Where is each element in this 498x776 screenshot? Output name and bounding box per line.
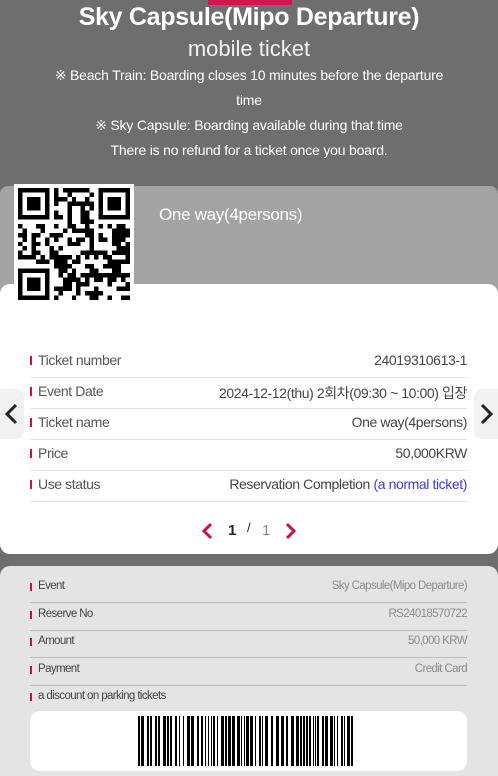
row-marker [30,356,32,365]
row-label: Event Date [38,383,104,399]
notice-sky-capsule: ※ Sky Capsule: Boarding available during… [95,117,403,133]
pagination: 1 / 1 [196,519,306,545]
row-label: Ticket name [38,414,110,430]
row-marker [30,387,32,396]
row-ticket-name: Ticket name One way(4persons) [30,408,467,440]
chevron-right-icon [480,403,494,425]
pager-next-icon[interactable] [282,522,298,540]
row-label: Price [38,445,68,461]
row-price: Price 50,000KRW [30,439,467,471]
detail-row-payment: Payment Credit Card [30,658,468,686]
row-value: 24019310613-1 [374,352,467,368]
prev-ticket-button[interactable] [0,389,24,439]
pager-total: 1 [262,522,271,539]
detail-value: RS24018570722 [388,608,467,620]
notice-no-refund: There is no refund for a ticket once you… [110,142,388,158]
page-title: Sky Capsule(Mipo Departure) [78,3,420,31]
row-marker [30,693,32,701]
detail-label: Reserve No [38,608,93,620]
notice-beach-train: ※ Beach Train: Boarding closes 10 minute… [54,67,444,108]
detail-label: Event [38,580,65,592]
detail-label: Payment [38,663,80,675]
row-ticket-number: Ticket number 24019310613-1 [30,346,467,378]
detail-row-reserve-no: Reserve No RS24018570722 [30,603,468,631]
chevron-left-icon [4,403,18,425]
row-marker [30,418,32,427]
next-ticket-button[interactable] [474,389,498,439]
page-subtitle: mobile ticket [187,36,311,61]
qr-code-icon [14,184,134,304]
detail-row-event: Event Sky Capsule(Mipo Departure) [30,575,468,603]
status-text: Reservation Completion [229,476,370,492]
ticket-header: Sky Capsule(Mipo Departure) mobile ticke… [0,0,498,186]
detail-row-parking-discount: a discount on parking tickets [30,685,467,712]
detail-value: Credit Card [414,663,468,675]
row-marker [30,480,32,489]
row-marker [30,666,32,674]
barcode-box [30,711,467,771]
row-marker [30,638,32,646]
detail-label: a discount on parking tickets [38,690,166,702]
row-label: Use status [38,476,101,492]
detail-row-amount: Amount 50,000 KRW [30,630,468,658]
pager-current: 1 [228,522,237,539]
barcode-icon [138,716,353,766]
row-label: Ticket number [38,352,121,368]
status-note: (a normal ticket) [373,476,467,492]
row-value: Reservation Completion (a normal ticket) [229,476,467,492]
row-event-date: Event Date 2024-12-12(thu) 2회차(09:30 ~ 1… [30,377,467,409]
row-marker [30,449,32,458]
pager-separator: / [247,520,251,535]
pager-prev-icon[interactable] [200,522,216,540]
detail-value: Sky Capsule(Mipo Departure) [331,580,468,592]
detail-label: Amount [38,635,75,647]
row-use-status: Use status Reservation Completion (a nor… [30,470,467,502]
row-marker [30,583,32,591]
row-marker [30,611,32,619]
row-value: 2024-12-12(thu) 2회차(09:30 ~ 10:00) 입장 [218,385,467,401]
ticket-type-label: One way(4persons) [159,205,303,224]
row-value: 50,000KRW [395,445,467,461]
row-value: One way(4persons) [351,414,468,430]
detail-value: 50,000 KRW [408,635,468,647]
